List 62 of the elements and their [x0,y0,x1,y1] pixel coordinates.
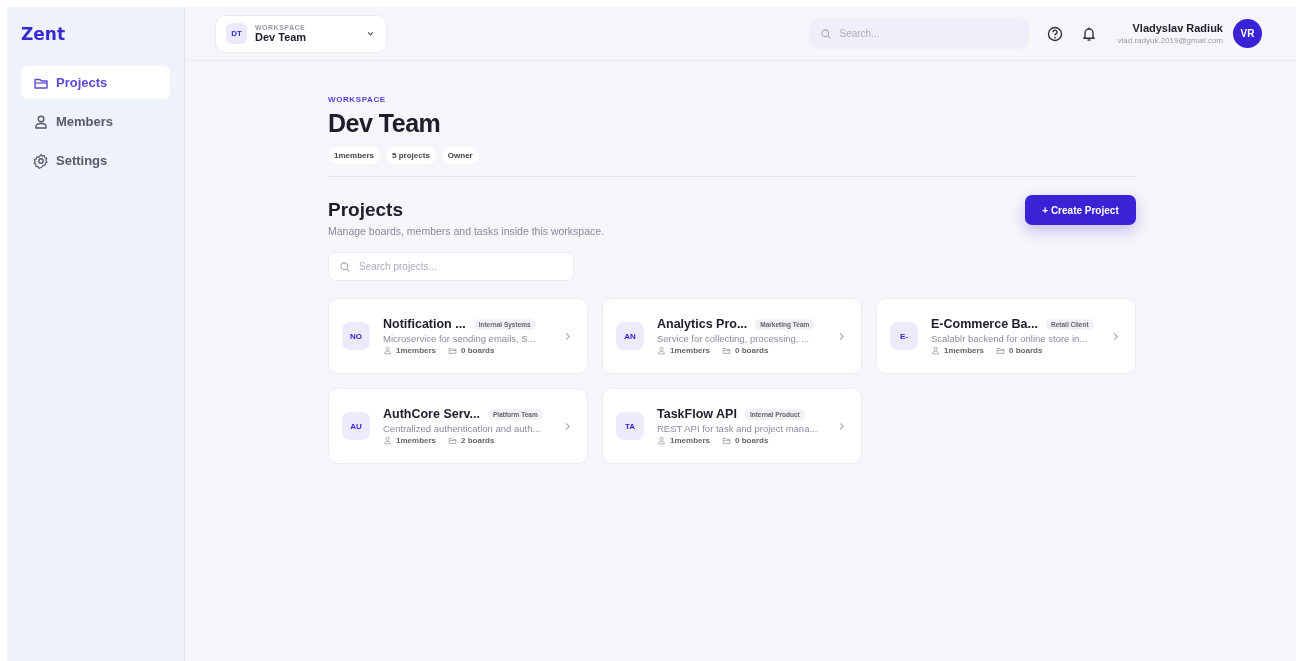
workspace-title: Dev Team [328,109,442,138]
sidebar-item[interactable]: Settings [21,144,170,177]
board-count: 0 boards [735,346,769,355]
user-email: vlad.radyuk.2019@gmail.com [1117,36,1223,45]
member-count: 1members [396,436,437,445]
project-avatar: TA [616,412,644,440]
user-icon [931,346,940,355]
project-avatar: NO [342,322,370,350]
search-field[interactable]: Search projects... [328,252,574,281]
user-icon [383,436,392,445]
section-title: Projects [328,199,404,221]
folder-icon [448,346,458,355]
project-name: AuthCore Serv... [383,407,480,421]
project-avatar: E- [890,322,918,350]
folder-icon [722,346,732,355]
project-description: REST API for task and project mana... [657,423,819,434]
info-chip: 5 projects [386,147,436,164]
workspace-name: Dev Team [255,31,308,43]
member-count: 1members [396,346,437,355]
user-name: Vladyslav Radiuk [1131,22,1223,34]
section-subtitle: Manage boards, members and tasks inside this workspace. [328,225,605,237]
create-project-button[interactable]: + Create Project [1025,195,1136,225]
project-name: Notification ... [383,317,466,331]
board-count: 2 boards [461,436,495,445]
board-count: 0 boards [461,346,495,355]
info-chip: 1members [328,147,381,164]
board-count: 0 boards [735,436,769,445]
settings-icon [33,152,49,169]
sidebar-item[interactable]: Members [21,105,170,138]
folder-icon [722,436,732,445]
project-avatar: AU [342,412,370,440]
user-icon [657,436,666,445]
user-avatar[interactable]: VR [1233,19,1262,48]
folder-icon [448,436,458,445]
project-name: TaskFlow API [657,407,737,421]
help-icon [1047,25,1064,42]
user-icon [657,346,666,355]
project-description: Service for collecting, processing, ... [657,333,811,344]
member-count: 1members [670,436,711,445]
folder-icon [996,346,1006,355]
workspace-label: WORKSPACE [328,95,387,104]
member-count: 1members [670,346,711,355]
project-name: E-Commerce Ba... [931,317,1038,331]
project-avatar: AN [616,322,644,350]
bell-icon [1081,25,1098,42]
sidebar-item[interactable]: Projects [21,66,170,99]
brand-logo: Zent [21,23,67,46]
project-description: Microservice for sending emails, S... [383,333,537,344]
search-icon [820,27,833,40]
project-name: Analytics Pro... [657,317,748,331]
user-icon [33,113,49,130]
user-icon [383,346,392,355]
search-field[interactable]: Search... [809,18,1030,49]
member-count: 1members [944,346,985,355]
project-description: Scalablr backend for online store in... [931,333,1089,344]
help-button[interactable] [1047,25,1064,42]
project-description: Centralized authentication and auth... [383,423,542,434]
notifications-button[interactable] [1081,25,1098,42]
info-chip: Owner [441,147,479,164]
workspace-avatar: DT [226,23,247,44]
search-icon [339,260,351,273]
board-count: 0 boards [1009,346,1043,355]
